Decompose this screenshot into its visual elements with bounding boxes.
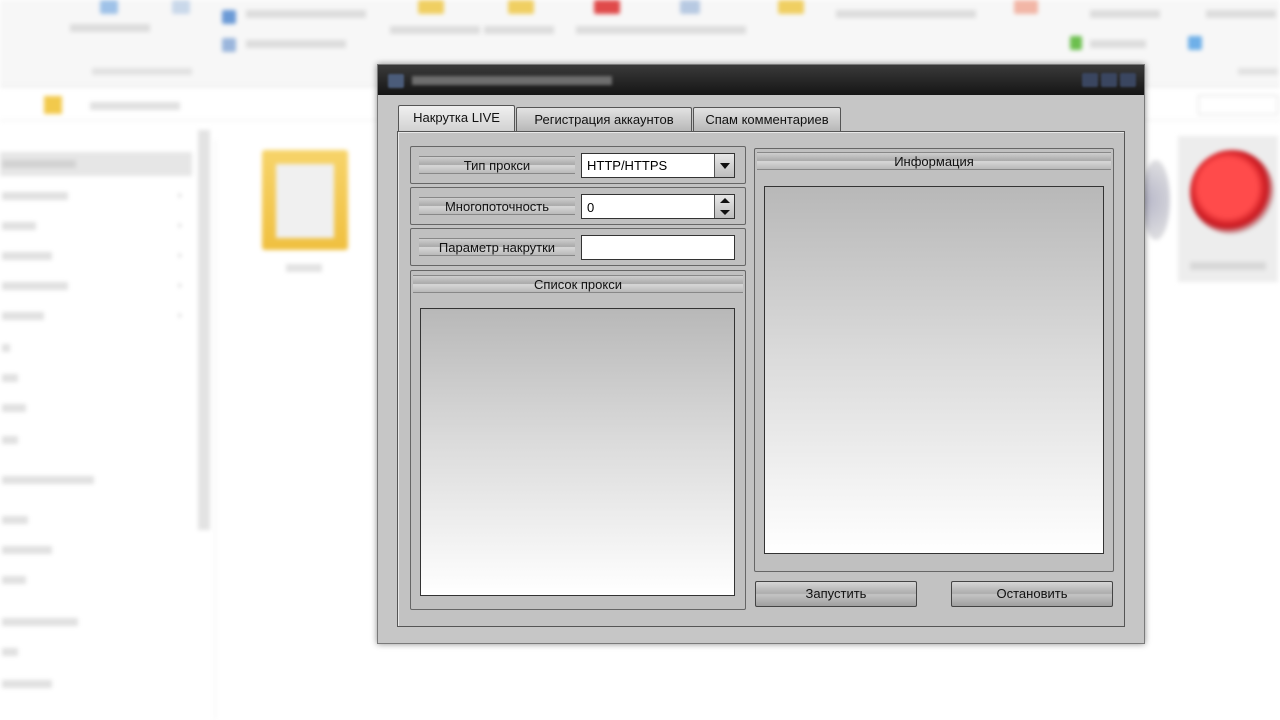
nav-item [2, 648, 18, 656]
ribbon-group-label [1238, 68, 1278, 75]
info-log-textarea[interactable] [764, 186, 1104, 554]
tab-live-boost[interactable]: Накрутка LIVE [398, 105, 515, 131]
ribbon-label [1206, 10, 1276, 18]
nav-item [2, 344, 10, 352]
tab-account-registration[interactable]: Регистрация аккаунтов [516, 107, 692, 131]
nav-item [2, 516, 28, 524]
tab-comment-spam[interactable]: Спам комментариев [693, 107, 841, 131]
proxy-list-group: Список прокси [410, 270, 746, 610]
close-button[interactable] [1120, 73, 1136, 87]
proxy-list-title: Список прокси [413, 275, 743, 293]
arrow-down-icon[interactable] [720, 210, 730, 215]
chevron-right-icon: › [178, 220, 182, 231]
ribbon-label [836, 10, 976, 18]
window-controls [1082, 73, 1136, 87]
ribbon-icon [100, 0, 118, 14]
spin-buttons[interactable] [714, 195, 734, 218]
info-title: Информация [757, 152, 1111, 170]
minimize-button[interactable] [1082, 73, 1098, 87]
ribbon-icon [778, 0, 804, 14]
ribbon-icon [172, 0, 190, 14]
navigation-scrollbar [198, 130, 210, 530]
ribbon-icon [1014, 0, 1038, 14]
ribbon-label [390, 26, 480, 34]
ribbon-label [246, 10, 366, 18]
boost-param-label: Параметр накрутки [419, 238, 575, 256]
proxy-list-textarea[interactable] [420, 308, 735, 596]
ribbon-icon [1070, 36, 1082, 50]
nav-item [2, 476, 94, 484]
navigation-pane: › › › › › [0, 140, 216, 720]
ribbon-label [70, 24, 150, 32]
folder-icon [262, 150, 348, 250]
nav-item [2, 618, 78, 626]
app-window: Накрутка LIVE Регистрация аккаунтов Спам… [377, 64, 1145, 644]
file-icon [1142, 160, 1170, 240]
ribbon-icon [680, 0, 700, 14]
chevron-right-icon: › [178, 190, 182, 201]
nav-item [2, 404, 26, 412]
nav-item [2, 192, 68, 200]
boost-param-input[interactable] [581, 235, 735, 260]
ribbon-label [1090, 40, 1146, 48]
nav-item [2, 282, 68, 290]
ribbon-label [576, 26, 746, 34]
threads-label: Многопоточность [419, 197, 575, 215]
ribbon-icon [222, 10, 236, 24]
nav-item [2, 252, 52, 260]
tab-panel-live-boost: Тип прокси HTTP/HTTPS Многопоточность 0 … [397, 131, 1125, 627]
ribbon-icon [418, 0, 444, 14]
proxy-type-label: Тип прокси [419, 156, 575, 174]
threads-value: 0 [587, 200, 595, 215]
maximize-button[interactable] [1101, 73, 1117, 87]
chevron-right-icon: › [178, 280, 182, 291]
nav-item [2, 680, 52, 688]
nav-item [2, 436, 18, 444]
window-title [412, 76, 612, 85]
info-group: Информация [754, 148, 1114, 572]
nav-item [2, 374, 18, 382]
start-button[interactable]: Запустить [755, 581, 917, 607]
chevron-down-icon[interactable] [714, 154, 734, 177]
threads-spinbox[interactable]: 0 [581, 194, 735, 219]
ribbon-label [484, 26, 554, 34]
ribbon-label [246, 40, 346, 48]
proxy-type-select[interactable]: HTTP/HTTPS [581, 153, 735, 178]
chevron-right-icon: › [178, 310, 182, 321]
search-input [1198, 95, 1278, 115]
proxy-type-value: HTTP/HTTPS [587, 158, 668, 173]
stop-button[interactable]: Остановить [951, 581, 1113, 607]
arrow-up-icon[interactable] [720, 198, 730, 203]
ribbon-label [1090, 10, 1160, 18]
ribbon-icon [508, 0, 534, 14]
window-titlebar[interactable] [378, 65, 1144, 95]
nav-item [2, 576, 26, 584]
ribbon-icon [1188, 36, 1202, 50]
boost-param-group: Параметр накрутки [410, 228, 746, 266]
app-icon [388, 74, 404, 88]
nav-item [2, 546, 52, 554]
proxy-type-group: Тип прокси HTTP/HTTPS [410, 146, 746, 184]
ribbon-icon [222, 38, 236, 52]
app-file-icon [1178, 136, 1278, 282]
threads-group: Многопоточность 0 [410, 187, 746, 225]
ribbon-group-label [92, 68, 192, 75]
nav-item [2, 222, 36, 230]
ribbon-icon [594, 0, 620, 14]
folder-icon [44, 96, 62, 114]
nav-item [2, 160, 76, 168]
app-file-label [1190, 262, 1266, 270]
address-path [90, 102, 180, 110]
nav-item [2, 312, 44, 320]
chevron-right-icon: › [178, 250, 182, 261]
folder-label [286, 264, 322, 272]
